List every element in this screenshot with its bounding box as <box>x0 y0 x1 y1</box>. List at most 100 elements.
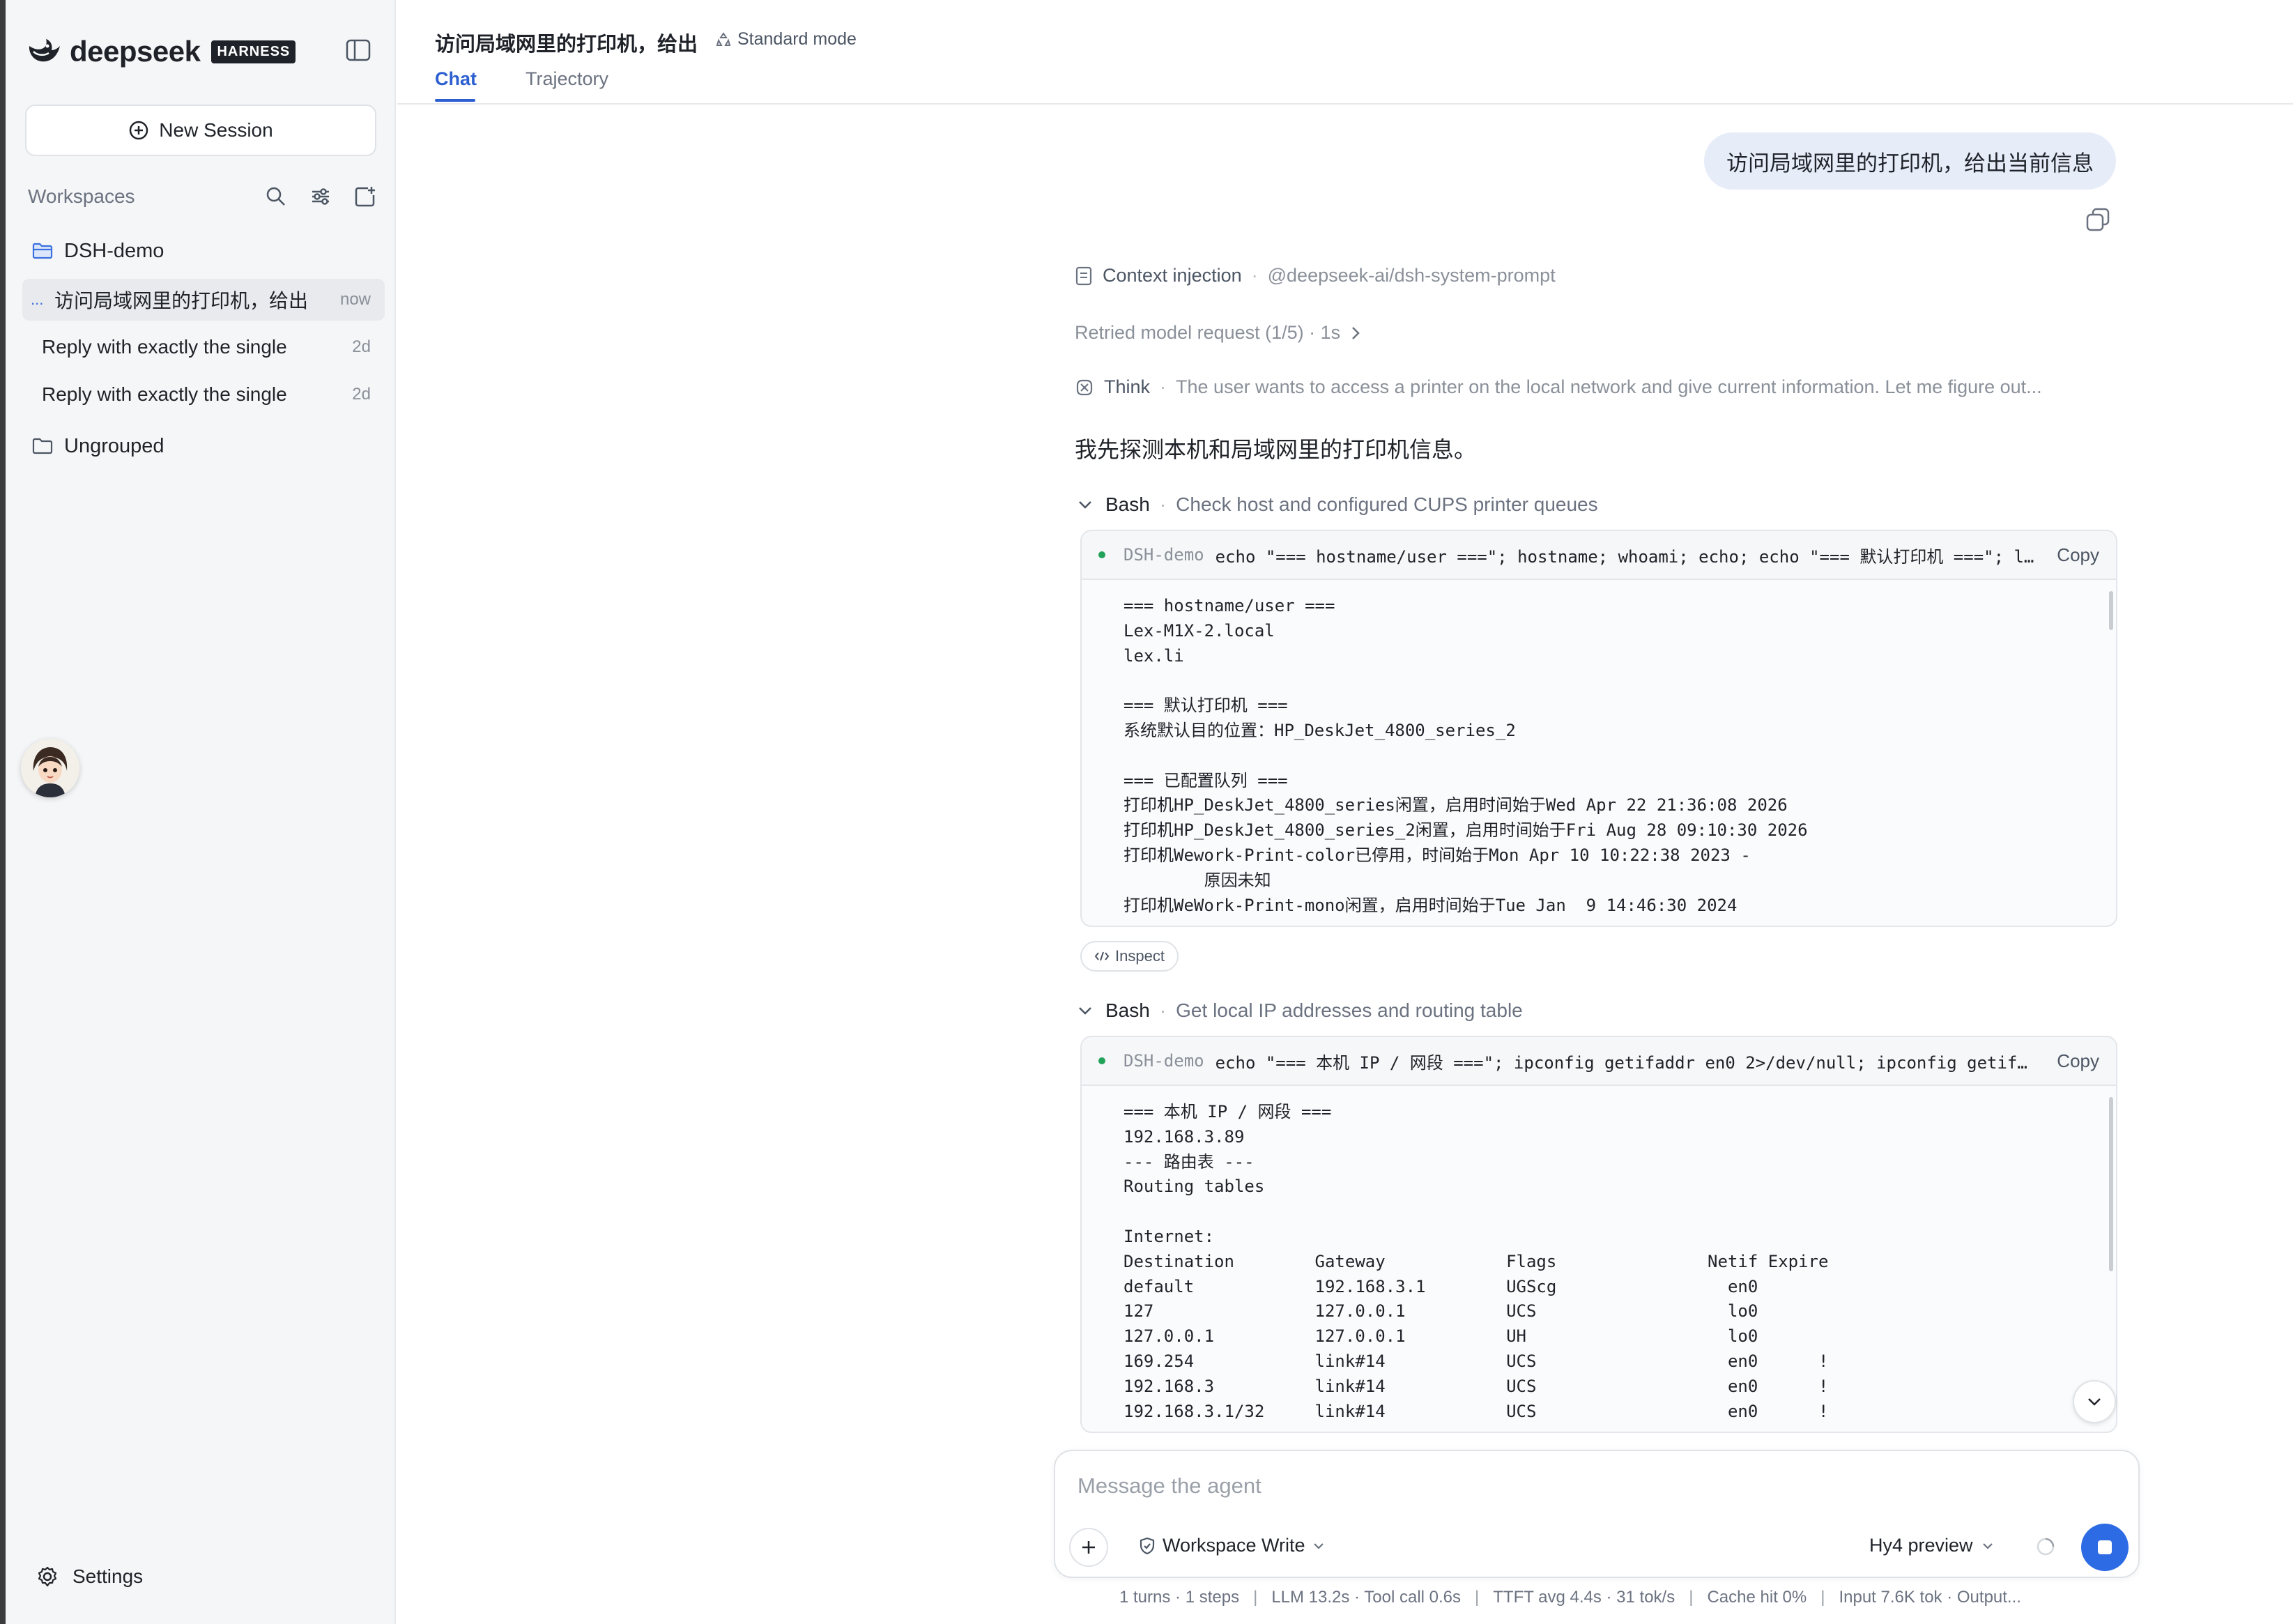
retry-text: Retried model request (1/5) · 1s <box>1075 322 1341 343</box>
terminal-command-bar: DSH-demo echo "=== 本机 IP / 网段 ==="; ipco… <box>1082 1037 2116 1086</box>
chevron-down-icon <box>2088 1398 2101 1406</box>
chevron-down-icon <box>1313 1542 1324 1549</box>
new-folder-icon[interactable] <box>351 183 379 210</box>
folder-open-icon <box>32 243 53 259</box>
whale-logo-icon <box>29 39 60 62</box>
stats-cache: Cache hit 0% <box>1707 1588 1807 1607</box>
model-label: Hy4 preview <box>1869 1535 1973 1556</box>
session-title: 访问局域网里的打印机，给出 <box>54 290 309 312</box>
model-selector[interactable]: Hy4 preview <box>1869 1535 1994 1556</box>
terminal-block: DSH-demo echo "=== 本机 IP / 网段 ==="; ipco… <box>1080 1036 2117 1433</box>
tool-description: Check host and configured CUPS printer q… <box>1176 493 1598 515</box>
stats-separator: | <box>1820 1588 1825 1607</box>
workspace-group-ungrouped[interactable]: Ungrouped <box>32 431 164 461</box>
chevron-down-icon <box>1982 1542 1993 1549</box>
session-item[interactable]: ... 访问局域网里的打印机，给出 now <box>22 279 385 321</box>
context-injection[interactable]: Context injection · @deepseek-ai/dsh-sys… <box>1075 265 1556 286</box>
brand: deepseek HARNESS <box>26 35 296 68</box>
copy-button[interactable]: Copy <box>2057 544 2099 566</box>
code-icon <box>1094 951 1110 961</box>
terminal-block: DSH-demo echo "=== hostname/user ==="; h… <box>1080 530 2117 927</box>
inspect-button[interactable]: Inspect <box>1080 941 1179 972</box>
running-indicator: ... <box>31 291 44 308</box>
session-time: now <box>339 290 371 309</box>
stats-separator: | <box>1475 1588 1480 1607</box>
session-title: Reply with exactly the single <box>42 383 287 405</box>
terminal-workspace: DSH-demo <box>1124 545 1204 565</box>
status-dot <box>1098 551 1105 558</box>
document-icon <box>1075 266 1092 285</box>
scrollbar[interactable] <box>2109 591 2113 630</box>
composer: Message the agent Workspace Write Hy4 pr… <box>1054 1450 2140 1578</box>
terminal-workspace: DSH-demo <box>1124 1051 1204 1071</box>
session-item[interactable]: Reply with exactly the single 2d <box>22 326 385 368</box>
settings-label: Settings <box>72 1565 144 1587</box>
session-title: Reply with exactly the single <box>42 336 287 358</box>
chevron-down-icon <box>1079 501 1091 509</box>
session-item[interactable]: Reply with exactly the single 2d <box>22 374 385 415</box>
stats-ttft: TTFT avg 4.4s · 31 tok/s <box>1493 1588 1675 1607</box>
message-input[interactable]: Message the agent <box>1078 1473 1261 1499</box>
assistant-message: 我先探测本机和局域网里的打印机信息。 <box>1075 437 1477 462</box>
stop-icon <box>2098 1540 2112 1554</box>
stats-tokens: Input 7.6K tok · Output... <box>1839 1588 2021 1607</box>
filter-icon[interactable] <box>307 183 335 210</box>
stats-separator: | <box>1689 1588 1694 1607</box>
chevron-down-icon <box>1079 1007 1091 1015</box>
avatar-illustration <box>21 739 79 797</box>
session-time: 2d <box>352 337 371 356</box>
tool-label: Bash <box>1105 493 1150 515</box>
folder-icon <box>32 438 53 454</box>
mode-indicator[interactable]: Standard mode <box>715 29 857 49</box>
retry-row[interactable]: Retried model request (1/5) · 1s <box>1075 322 1361 344</box>
stats-separator: | <box>1253 1588 1258 1607</box>
copy-icon[interactable] <box>2085 208 2110 231</box>
avatar[interactable] <box>21 739 79 797</box>
chevron-right-icon <box>1352 326 1360 339</box>
terminal-output: === hostname/user === Lex-M1X-2.local le… <box>1124 596 1808 915</box>
permission-label: Workspace Write <box>1163 1535 1305 1556</box>
inspect-label: Inspect <box>1115 947 1165 965</box>
tool-label: Bash <box>1105 999 1150 1021</box>
workspaces-header: Workspaces <box>28 183 379 210</box>
terminal-command: echo "=== hostname/user ==="; hostname; … <box>1215 546 2034 567</box>
attach-button[interactable] <box>1069 1528 1108 1567</box>
tab-trajectory[interactable]: Trajectory <box>526 68 608 90</box>
separator-dot: · <box>1251 265 1258 286</box>
workspace-group-label: Ungrouped <box>64 434 164 457</box>
scrollbar[interactable] <box>2109 1097 2113 1271</box>
user-message: 访问局域网里的打印机，给出当前信息 <box>1704 132 2116 190</box>
sidebar-toggle-icon[interactable] <box>346 39 371 61</box>
permission-selector[interactable]: Workspace Write <box>1137 1535 1330 1556</box>
stats-turns: 1 turns · 1 steps <box>1119 1588 1240 1607</box>
brand-badge: HARNESS <box>211 40 296 63</box>
terminal-command: echo "=== 本机 IP / 网段 ==="; ipconfig geti… <box>1215 1052 2027 1073</box>
recycle-icon <box>716 31 731 46</box>
stop-button[interactable] <box>2081 1524 2129 1571</box>
context-label: Context injection <box>1103 265 1242 286</box>
settings-button[interactable]: Settings <box>36 1565 143 1588</box>
workspace-group-dsh-demo[interactable]: DSH-demo <box>32 236 164 266</box>
page-title: 访问局域网里的打印机，给出 <box>435 33 698 56</box>
mode-label: Standard mode <box>737 29 857 49</box>
new-session-button[interactable]: New Session <box>25 105 376 156</box>
copy-button[interactable]: Copy <box>2057 1050 2099 1072</box>
think-row[interactable]: Think · The user wants to access a print… <box>1075 376 2110 398</box>
brain-icon <box>1076 379 1093 395</box>
bash-tool-header[interactable]: Bash · Check host and configured CUPS pr… <box>1078 493 1598 516</box>
bash-tool-header[interactable]: Bash · Get local IP addresses and routin… <box>1078 999 1523 1022</box>
scroll-to-bottom-button[interactable] <box>2073 1380 2116 1423</box>
separator-dot: · <box>1160 376 1167 397</box>
stats-timing: LLM 13.2s · Tool call 0.6s <box>1271 1588 1462 1607</box>
tab-chat[interactable]: Chat <box>435 68 477 90</box>
window-edge <box>0 0 6 1624</box>
active-tab-indicator <box>435 99 475 102</box>
separator-dot: · <box>1159 999 1167 1021</box>
separator-dot: · <box>1159 493 1167 515</box>
terminal-output: === 本机 IP / 网段 === 192.168.3.89 --- 路由表 … <box>1124 1102 1829 1421</box>
gear-icon <box>38 1566 57 1587</box>
usage-stats: 1 turns · 1 steps | LLM 13.2s · Tool cal… <box>1119 1588 2021 1607</box>
search-icon[interactable] <box>262 183 290 210</box>
terminal-command-bar: DSH-demo echo "=== hostname/user ==="; h… <box>1082 531 2116 580</box>
tool-description: Get local IP addresses and routing table <box>1176 999 1523 1021</box>
